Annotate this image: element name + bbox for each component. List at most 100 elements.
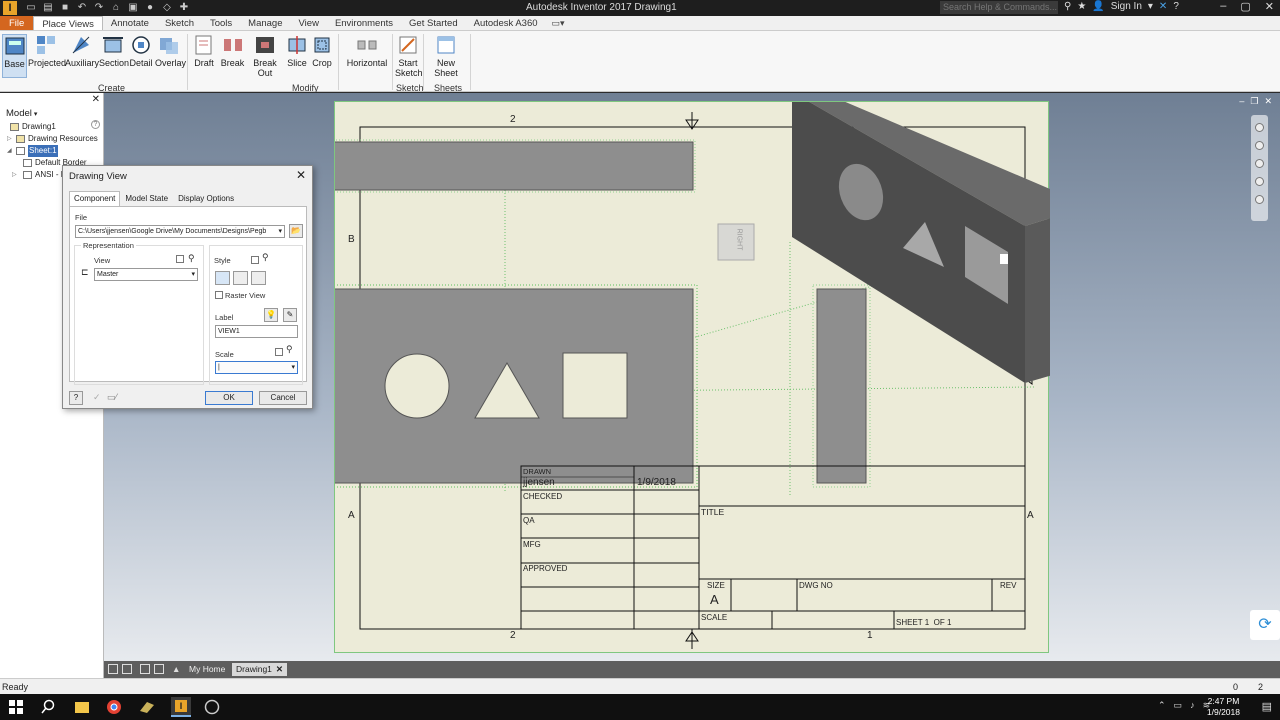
draft-button[interactable]: Draft (191, 34, 217, 78)
steering-wheel-icon[interactable] (1255, 123, 1264, 132)
redo-icon[interactable]: ↷ (92, 1, 106, 15)
tab-my-home[interactable]: My Home (185, 663, 229, 676)
section-button[interactable]: Section (99, 34, 129, 78)
cart-icon[interactable]: ▾ (1148, 1, 1153, 12)
tab-place-views[interactable]: Place Views (33, 16, 103, 30)
help-search-input[interactable] (940, 1, 1058, 14)
ok-button[interactable]: OK (205, 391, 253, 405)
ribbon-options-icon[interactable]: ▭▾ (546, 16, 565, 30)
hidden-line-removed-style-button[interactable] (233, 271, 248, 285)
tab-display-options[interactable]: Display Options (173, 191, 239, 206)
new-icon[interactable]: ▭ (24, 1, 38, 15)
tile-horizontal-icon[interactable] (108, 664, 118, 674)
open-icon[interactable]: ▤ (41, 1, 55, 15)
file-explorer-icon[interactable] (74, 699, 90, 715)
tree-item-drawing-resources[interactable]: ▷ Drawing Resources (0, 133, 103, 145)
tray-arrow-icon[interactable]: ⌃ (1158, 700, 1166, 711)
exchange-icon[interactable]: ✕ (1159, 1, 1167, 12)
volume-icon[interactable]: ♪ (1190, 700, 1195, 711)
view-representation-select[interactable]: Master ▾ (94, 268, 198, 281)
open-documents-menu-icon[interactable]: ▲ (168, 663, 184, 676)
tab-autodesk-a360[interactable]: Autodesk A360 (466, 16, 546, 30)
tab-sketch[interactable]: Sketch (157, 16, 202, 30)
raster-view-checkbox[interactable] (215, 291, 223, 299)
minimize-button[interactable]: – (1220, 0, 1226, 13)
tab-file[interactable]: File (0, 16, 34, 30)
style-checkbox[interactable] (251, 256, 259, 264)
expand-arrow-icon[interactable]: ▷ (12, 169, 17, 181)
new-sheet-button[interactable]: New Sheet (426, 34, 466, 78)
app-icon[interactable] (139, 699, 155, 715)
help-icon[interactable]: ? (1173, 1, 1179, 12)
windows-start-icon[interactable] (8, 699, 24, 715)
inventor-logo-icon[interactable]: I (3, 1, 17, 15)
horizontal-button[interactable]: Horizontal (346, 34, 388, 78)
sign-in-button[interactable]: Sign In (1111, 1, 1142, 12)
orbit-icon[interactable] (1255, 177, 1264, 186)
dialog-close-button[interactable]: ✕ (296, 168, 306, 182)
maximize-button[interactable]: ▢ (1240, 0, 1250, 13)
view-rep-icon[interactable]: ⚲ (188, 253, 195, 264)
a360-share-icon[interactable]: ⟳ (1250, 610, 1280, 640)
close-tab-icon[interactable]: ✕ (276, 664, 283, 674)
tab-manage[interactable]: Manage (240, 16, 290, 30)
tree-item-sheet[interactable]: ◢ Sheet:1 (0, 145, 103, 157)
expand-arrow-icon[interactable]: ▷ (7, 133, 12, 145)
print-icon[interactable]: ▣ (126, 1, 140, 15)
network-icon[interactable]: ▭ (1174, 700, 1183, 711)
notifications-icon[interactable]: ▤ (1262, 700, 1272, 713)
collapse-arrow-icon[interactable]: ◢ (7, 145, 12, 157)
cascade-icon[interactable] (140, 664, 150, 674)
view-checkbox[interactable] (176, 255, 184, 263)
style-from-base-icon[interactable]: ⚲ (262, 252, 269, 263)
break-button[interactable]: Break (220, 34, 245, 78)
tab-get-started[interactable]: Get Started (401, 16, 466, 30)
canvas-close-button[interactable]: ✕ (1264, 96, 1272, 107)
look-at-icon[interactable] (1255, 195, 1264, 204)
arrange-icon[interactable] (154, 664, 164, 674)
measure-icon[interactable]: ◇ (160, 1, 174, 15)
options-icon[interactable]: ✚ (177, 1, 191, 15)
close-button[interactable]: ✕ (1265, 0, 1274, 13)
hidden-line-style-button[interactable] (215, 271, 230, 285)
detail-button[interactable]: Detail (128, 34, 154, 78)
start-sketch-button[interactable]: Start Sketch (395, 34, 423, 78)
pan-icon[interactable] (1255, 141, 1264, 150)
canvas-restore-button[interactable]: ❐ (1250, 96, 1258, 107)
search-icon[interactable] (40, 699, 56, 715)
scale-from-base-icon[interactable]: ⚲ (286, 344, 293, 355)
star-icon[interactable]: ★ (1077, 1, 1086, 12)
cancel-button[interactable]: Cancel (259, 391, 307, 405)
home-icon[interactable]: ⌂ (109, 1, 123, 15)
crop-button[interactable]: Crop (311, 34, 333, 78)
tab-environments[interactable]: Environments (327, 16, 401, 30)
tab-component[interactable]: Component (69, 191, 121, 206)
chrome-icon[interactable] (106, 699, 122, 715)
scale-field[interactable]: | ▾ (215, 361, 298, 374)
drawing-sheet[interactable]: 2 2 1 B A A RIGHT DRAWN jjensen 1/9/2018… (334, 101, 1050, 653)
tree-item-drawing[interactable]: Drawing1 (0, 121, 103, 133)
app-icon[interactable] (204, 699, 220, 715)
open-file-button[interactable]: 📂 (289, 224, 303, 238)
undo-icon[interactable]: ↶ (75, 1, 89, 15)
browser-dropdown-icon[interactable]: ▾ (32, 111, 38, 118)
top-view[interactable] (335, 141, 694, 191)
tab-tools[interactable]: Tools (202, 16, 240, 30)
tab-view[interactable]: View (291, 16, 327, 30)
shaded-style-button[interactable] (251, 271, 266, 285)
break-out-button[interactable]: Break Out (246, 34, 284, 78)
tile-vertical-icon[interactable] (122, 664, 132, 674)
edit-label-button[interactable]: ✎ (283, 308, 297, 322)
save-icon[interactable]: ■ (58, 1, 72, 15)
right-view[interactable] (816, 288, 867, 484)
scale-checkbox[interactable] (275, 348, 283, 356)
toggle-label-visibility-button[interactable]: 💡 (264, 308, 278, 322)
tab-annotate[interactable]: Annotate (103, 16, 157, 30)
tab-model-state[interactable]: Model State (120, 191, 173, 206)
browser-close-button[interactable]: ✕ (92, 93, 100, 107)
canvas-minimize-button[interactable]: – (1239, 96, 1244, 107)
overlay-button[interactable]: Overlay (155, 34, 186, 78)
auxiliary-button[interactable]: Auxiliary (65, 34, 99, 78)
zoom-icon[interactable] (1255, 159, 1264, 168)
file-path-field[interactable]: C:\Users\jjensen\Google Drive\My Documen… (75, 225, 285, 238)
